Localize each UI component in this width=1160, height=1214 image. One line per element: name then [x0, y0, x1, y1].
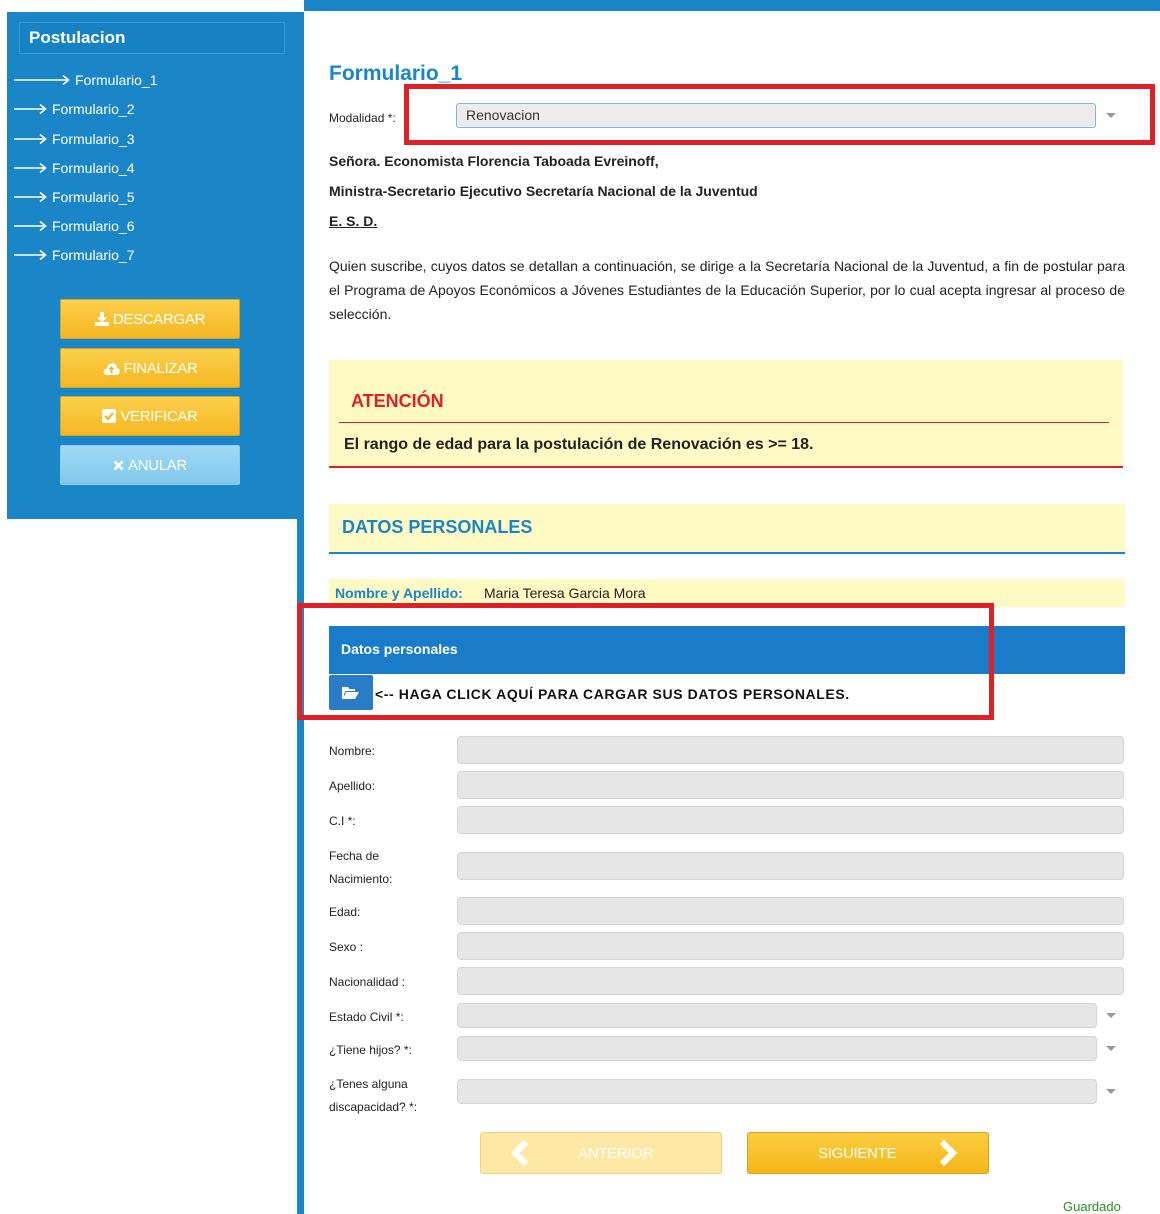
discapacidad-select[interactable] [457, 1079, 1097, 1104]
tiene-hijos-select[interactable] [457, 1036, 1097, 1061]
apellido-label: Apellido: [329, 779, 376, 793]
nombre-input[interactable] [457, 736, 1124, 764]
datos-personales-bar-title: Datos personales [341, 641, 458, 657]
anular-button[interactable]: ANULAR [60, 445, 240, 485]
sidebar-item-formulario-2[interactable]: Formulario_2 [14, 101, 134, 117]
intro-paragraph: Quien suscribe, cuyos datos se detallan … [329, 258, 1125, 322]
anterior-label: ANTERIOR [578, 1144, 654, 1162]
descargar-button[interactable]: DESCARGAR [60, 299, 240, 339]
verificar-label: VERIFICAR [120, 407, 198, 425]
sexo-input[interactable] [457, 932, 1124, 960]
attention-divider [339, 422, 1109, 423]
anterior-button[interactable]: ANTERIOR [480, 1132, 722, 1174]
siguiente-label: SIGUIENTE [818, 1144, 897, 1162]
fecha-nacimiento-input[interactable] [457, 852, 1124, 880]
modalidad-select[interactable]: Renovacion [456, 103, 1096, 128]
chevron-down-icon[interactable] [1106, 1046, 1116, 1051]
arrow-right-icon [14, 74, 70, 86]
chevron-left-icon [510, 1139, 529, 1167]
esd-line: E. S. D. [329, 213, 378, 229]
ci-label: C.I *: [329, 814, 356, 828]
attention-bottom-border [329, 466, 1123, 468]
sidebar-item-label: Formulario_2 [52, 101, 135, 117]
addressee-line-1: Señora. Economista Florencia Taboada Evr… [329, 153, 659, 169]
fecha-nacimiento-label: Fecha de Nacimiento: [329, 849, 393, 886]
siguiente-button[interactable]: SIGUIENTE [747, 1132, 989, 1174]
cloud-upload-icon [103, 362, 120, 375]
sidebar-item-formulario-3[interactable]: Formulario_3 [14, 131, 134, 147]
sidebar-item-formulario-6[interactable]: Formulario_6 [14, 218, 134, 234]
section-title: DATOS PERSONALES [342, 517, 533, 537]
attention-box: ATENCIÓN El rango de edad para la postul… [329, 360, 1123, 468]
modalidad-value: Renovacion [466, 107, 540, 123]
sidebar-item-label: Formulario_6 [52, 218, 135, 234]
load-data-hint: <-- HAGA CLICK AQUÍ PARA CARGAR SUS DATO… [375, 686, 850, 702]
load-data-button[interactable] [329, 675, 373, 710]
arrow-right-icon [14, 249, 47, 261]
estado-civil-select[interactable] [457, 1003, 1097, 1028]
verificar-button[interactable]: VERIFICAR [60, 396, 240, 436]
name-row: Nombre y Apellido: Maria Teresa Garcia M… [329, 579, 1125, 607]
sidebar: Postulacion Formulario_1 Formulario_2 Fo… [7, 12, 304, 519]
close-icon [113, 460, 124, 471]
estado-civil-label: Estado Civil *: [329, 1010, 404, 1024]
edad-label: Edad: [329, 905, 361, 919]
arrow-right-icon [14, 191, 47, 203]
chevron-down-icon[interactable] [1106, 1089, 1116, 1094]
sidebar-item-label: Formulario_4 [52, 160, 135, 176]
check-square-icon [102, 409, 117, 423]
page-title: Formulario_1 [329, 62, 463, 85]
name-label: Nombre y Apellido: [335, 585, 463, 601]
discapacidad-label: ¿Tenes alguna discapacidad? *: [329, 1077, 418, 1114]
sidebar-item-formulario-4[interactable]: Formulario_4 [14, 160, 134, 176]
top-accent-bar [304, 0, 1160, 11]
name-value: Maria Teresa Garcia Mora [484, 585, 646, 601]
sexo-label: Sexo : [329, 940, 364, 954]
arrow-right-icon [14, 220, 47, 232]
sidebar-item-label: Formulario_1 [75, 72, 158, 88]
nacionalidad-input[interactable] [457, 967, 1124, 995]
download-icon [94, 312, 109, 326]
sidebar-item-label: Formulario_3 [52, 131, 135, 147]
attention-title: ATENCIÓN [351, 391, 444, 411]
sidebar-item-formulario-7[interactable]: Formulario_7 [14, 247, 134, 263]
nacionalidad-label: Nacionalidad : [329, 975, 406, 989]
chevron-right-icon [940, 1139, 958, 1167]
chevron-down-icon[interactable] [1106, 113, 1116, 118]
addressee-line-2: Ministra-Secretario Ejecutivo Secretaría… [329, 183, 758, 199]
finalizar-button[interactable]: FINALIZAR [60, 348, 240, 388]
sidebar-item-formulario-1[interactable]: Formulario_1 [14, 72, 157, 88]
tiene-hijos-label: ¿Tiene hijos? *: [329, 1043, 412, 1057]
apellido-input[interactable] [457, 771, 1124, 799]
descargar-label: DESCARGAR [112, 310, 206, 328]
arrow-right-icon [14, 103, 47, 115]
edad-input[interactable] [457, 897, 1124, 925]
datos-personales-header: DATOS PERSONALES [329, 504, 1125, 554]
sidebar-divider [297, 519, 304, 1214]
folder-open-icon [342, 686, 359, 699]
modalidad-label: Modalidad *: [329, 111, 396, 125]
arrow-right-icon [14, 162, 47, 174]
nombre-label: Nombre: [329, 744, 376, 758]
sidebar-item-label: Formulario_7 [52, 247, 135, 263]
attention-message: El rango de edad para la postulación de … [344, 436, 814, 453]
chevron-down-icon[interactable] [1106, 1013, 1116, 1018]
datos-personales-bar: Datos personales [329, 626, 1125, 674]
sidebar-item-label: Formulario_5 [52, 189, 135, 205]
saved-status: Guardado [1063, 1199, 1121, 1214]
ci-input[interactable] [457, 806, 1124, 834]
sidebar-title: Postulacion [19, 22, 285, 54]
anular-label: ANULAR [127, 456, 188, 474]
sidebar-item-formulario-5[interactable]: Formulario_5 [14, 189, 134, 205]
finalizar-label: FINALIZAR [123, 359, 198, 377]
arrow-right-icon [14, 133, 47, 145]
